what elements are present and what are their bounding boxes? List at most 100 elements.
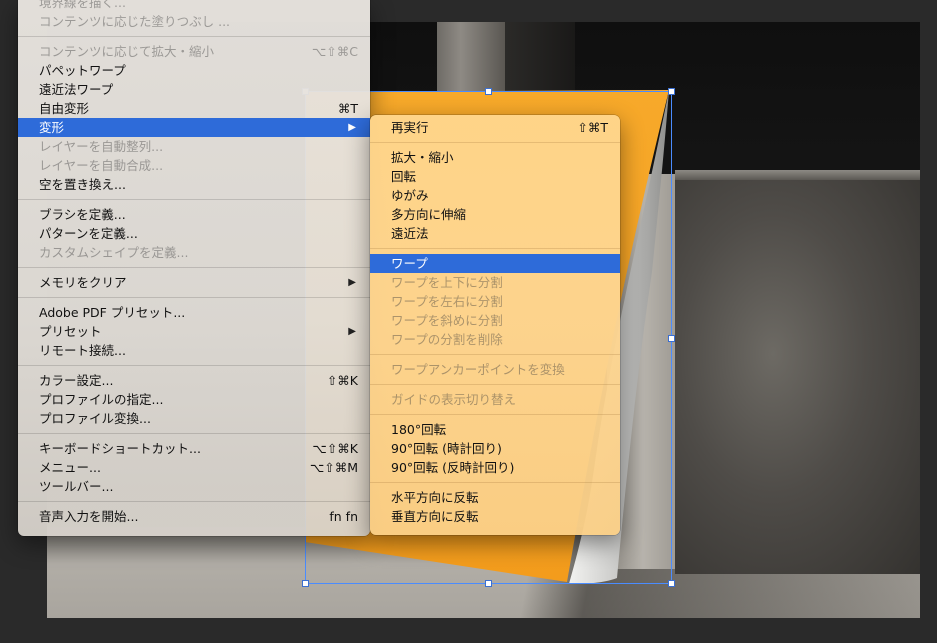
transform-submenu-item-label: 拡大・縮小 [391, 150, 454, 165]
submenu-arrow-icon: ▶ [348, 122, 356, 133]
transform-submenu-item-20[interactable]: 90°回転 (反時計回り) [370, 458, 620, 477]
transform-submenu-item-4[interactable]: ゆがみ [370, 186, 620, 205]
transform-submenu-item-label: 90°回転 (反時計回り) [391, 460, 515, 475]
edit-menu-item-label: レイヤーを自動合成... [39, 158, 164, 173]
transform-submenu-item-2[interactable]: 拡大・縮小 [370, 148, 620, 167]
edit-menu-item-18[interactable]: Adobe PDF プリセット... [18, 303, 370, 322]
transform-submenu: 再実行 ⇧⌘T 拡大・縮小 回転 ゆがみ 多方向に伸縮 遠近法 ワープ ワープを上下に分割 ワープ… [370, 115, 620, 535]
edit-menu-item-shortcut: fn fn [329, 509, 358, 524]
transform-submenu-item-label: ゆがみ [391, 188, 429, 203]
transform-submenu-separator [370, 248, 620, 249]
edit-menu-item-label: ツールバー... [39, 479, 114, 494]
edit-menu-item-4[interactable]: パペットワープ [18, 61, 370, 80]
transform-submenu-item-11: ワープを斜めに分割 [370, 311, 620, 330]
transform-submenu-item-5[interactable]: 多方向に伸縮 [370, 205, 620, 224]
edit-menu-item-label: パターンを定義... [39, 226, 138, 241]
edit-menu-item-6[interactable]: 自由変形 ⌘T [18, 99, 370, 118]
edit-menu-item-24[interactable]: プロファイル変換... [18, 409, 370, 428]
edit-menu-item-label: カスタムシェイプを定義... [39, 245, 189, 260]
edit-menu-item-28[interactable]: ツールバー... [18, 477, 370, 496]
edit-menu-item-label: 境界線を描く... [39, 0, 126, 10]
edit-menu-item-label: プロファイルの指定... [39, 392, 164, 407]
edit-menu-item-label: ブラシを定義... [39, 207, 126, 222]
transform-submenu-separator [370, 354, 620, 355]
edit-menu-item-label: パペットワープ [39, 63, 126, 78]
edit-menu-item-label: 空を置き換え... [39, 177, 126, 192]
transform-submenu-item-label: ワープを上下に分割 [391, 275, 503, 290]
edit-menu-item-shortcut: ⌥⇧⌘C [311, 44, 358, 59]
edit-menu-item-0: 境界線を描く... [18, 0, 370, 12]
edit-menu-separator [18, 199, 370, 200]
edit-menu-item-label: レイヤーを自動整列... [39, 139, 164, 154]
edit-menu-item-label: 音声入力を開始... [39, 509, 139, 524]
transform-submenu-item-10: ワープを左右に分割 [370, 292, 620, 311]
transform-submenu-item-8[interactable]: ワープ [370, 254, 620, 273]
transform-submenu-item-0[interactable]: 再実行 ⇧⌘T [370, 118, 620, 137]
transform-submenu-separator [370, 142, 620, 143]
edit-menu-separator [18, 365, 370, 366]
edit-menu-item-26[interactable]: キーボードショートカット... ⌥⇧⌘K [18, 439, 370, 458]
edit-menu-separator [18, 267, 370, 268]
transform-submenu-item-label: ワープ [391, 256, 428, 271]
edit-menu-item-27[interactable]: メニュー... ⌥⇧⌘M [18, 458, 370, 477]
edit-menu-item-shortcut: ⌘T [337, 101, 358, 116]
submenu-arrow-icon: ▶ [348, 326, 356, 337]
edit-menu-item-30[interactable]: 音声入力を開始... fn fn [18, 507, 370, 526]
edit-menu-item-12[interactable]: ブラシを定義... [18, 205, 370, 224]
edit-menu-item-16[interactable]: メモリをクリア ▶ [18, 273, 370, 292]
transform-submenu-item-label: 再実行 [391, 120, 429, 135]
submenu-arrow-icon: ▶ [348, 277, 356, 288]
edit-menu-item-20[interactable]: リモート接続... [18, 341, 370, 360]
edit-menu-item-5[interactable]: 遠近法ワープ [18, 80, 370, 99]
transform-submenu-item-label: ワープの分割を削除 [391, 332, 503, 347]
edit-menu-item-9: レイヤーを自動合成... [18, 156, 370, 175]
edit-menu-separator [18, 297, 370, 298]
edit-menu-item-3: コンテンツに応じて拡大・縮小 ⌥⇧⌘C [18, 42, 370, 61]
edit-menu-separator [18, 501, 370, 502]
edit-menu-item-22[interactable]: カラー設定... ⇧⌘K [18, 371, 370, 390]
edit-menu-item-label: Adobe PDF プリセット... [39, 305, 186, 320]
transform-submenu-separator [370, 482, 620, 483]
transform-submenu-item-19[interactable]: 90°回転 (時計回り) [370, 439, 620, 458]
edit-menu-separator [18, 433, 370, 434]
transform-submenu-item-3[interactable]: 回転 [370, 167, 620, 186]
edit-menu-item-1: コンテンツに応じた塗りつぶし ... [18, 12, 370, 31]
edit-menu-item-10[interactable]: 空を置き換え... [18, 175, 370, 194]
transform-submenu-item-label: 90°回転 (時計回り) [391, 441, 502, 456]
transform-submenu-item-label: 水平方向に反転 [391, 490, 479, 505]
edit-menu-item-label: キーボードショートカット... [39, 441, 201, 456]
edit-menu-item-label: カラー設定... [39, 373, 114, 388]
edit-menu-item-shortcut: ⇧⌘K [326, 373, 358, 388]
transform-submenu-separator [370, 384, 620, 385]
edit-menu-item-7[interactable]: 変形 ▶ [18, 118, 370, 137]
transform-submenu-item-9: ワープを上下に分割 [370, 273, 620, 292]
edit-menu-item-14: カスタムシェイプを定義... [18, 243, 370, 262]
edit-menu-item-label: プリセット [39, 324, 102, 339]
edit-menu-item-label: コンテンツに応じて拡大・縮小 [39, 44, 215, 59]
edit-menu-item-label: メモリをクリア [39, 275, 127, 290]
edit-menu-separator [18, 36, 370, 37]
edit-menu-item-label: コンテンツに応じた塗りつぶし ... [39, 14, 231, 29]
transform-submenu-item-label: ワープアンカーポイントを変換 [391, 362, 565, 377]
transform-submenu-item-label: 垂直方向に反転 [391, 509, 479, 524]
edit-menu-item-label: 変形 [39, 120, 65, 135]
edit-menu-item-23[interactable]: プロファイルの指定... [18, 390, 370, 409]
transform-submenu-item-18[interactable]: 180°回転 [370, 420, 620, 439]
transform-submenu-item-14: ワープアンカーポイントを変換 [370, 360, 620, 379]
edit-menu-item-label: 遠近法ワープ [39, 82, 114, 97]
transform-submenu-item-22[interactable]: 水平方向に反転 [370, 488, 620, 507]
edit-menu-item-13[interactable]: パターンを定義... [18, 224, 370, 243]
edit-menu-item-label: 自由変形 [39, 101, 90, 116]
transform-submenu-item-label: 回転 [391, 169, 417, 184]
edit-menu-item-label: メニュー... [39, 460, 101, 475]
edit-menu-item-shortcut: ⌥⇧⌘M [309, 460, 358, 475]
transform-submenu-item-23[interactable]: 垂直方向に反転 [370, 507, 620, 526]
edit-menu-item-label: プロファイル変換... [39, 411, 151, 426]
transform-submenu-separator [370, 414, 620, 415]
transform-submenu-item-6[interactable]: 遠近法 [370, 224, 620, 243]
transform-submenu-item-label: ワープを斜めに分割 [391, 313, 503, 328]
transform-submenu-item-12: ワープの分割を削除 [370, 330, 620, 349]
edit-menu: 境界線を描く... コンテンツに応じた塗りつぶし ... コンテンツに応じて拡大・縮… [18, 0, 370, 536]
edit-menu-item-19[interactable]: プリセット ▶ [18, 322, 370, 341]
transform-submenu-item-16: ガイドの表示切り替え [370, 390, 620, 409]
